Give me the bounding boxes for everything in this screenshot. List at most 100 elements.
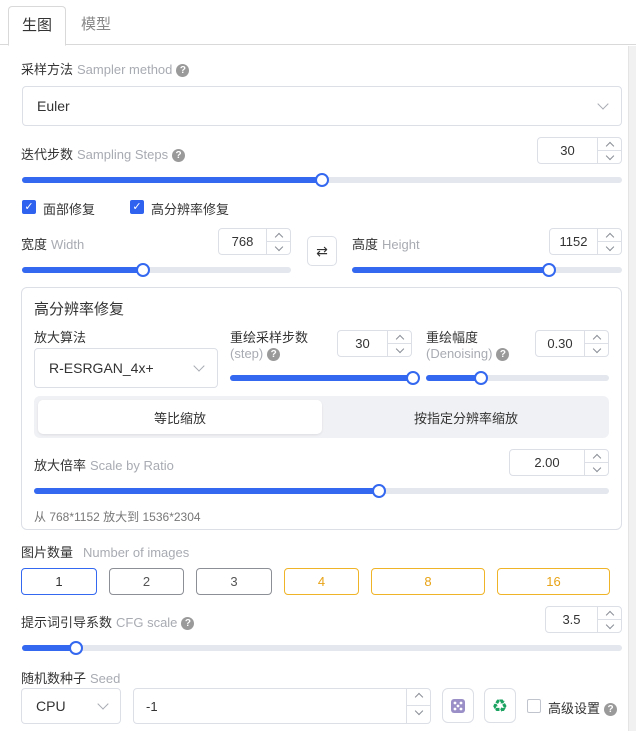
help-icon[interactable]: ? xyxy=(604,703,618,716)
face-restore-checkbox[interactable]: ✓ xyxy=(22,200,36,214)
sampler-value: Euler xyxy=(37,98,70,114)
height-input[interactable]: 1152 xyxy=(549,228,622,255)
slider-thumb[interactable] xyxy=(473,371,488,385)
cfg-slider[interactable] xyxy=(22,641,622,655)
slider-thumb[interactable] xyxy=(136,263,151,277)
scale-by-resolution-option[interactable]: 按指定分辨率缩放 xyxy=(326,400,606,434)
increment-button[interactable] xyxy=(407,689,430,706)
redraw-steps-value: 30 xyxy=(355,336,370,351)
hires-fix-label: 高分辨率修复 xyxy=(151,202,230,217)
upscaler-select[interactable]: R-ESRGAN_4x+ xyxy=(34,348,218,388)
width-label-en: Width xyxy=(51,237,85,252)
reuse-seed-button[interactable]: ♻ xyxy=(484,688,516,723)
width-value: 768 xyxy=(231,234,254,249)
scale-ratio-input[interactable]: 2.00 xyxy=(509,449,609,476)
advanced-settings-checkbox[interactable] xyxy=(527,699,541,713)
steps-input[interactable]: 30 xyxy=(537,137,622,164)
redraw-steps-slider[interactable] xyxy=(230,371,420,385)
cfg-label-text: 提示词引导系数 xyxy=(21,615,113,630)
hires-fix-checkbox[interactable]: ✓ xyxy=(130,200,144,214)
image-count-option[interactable]: 8 xyxy=(371,568,485,595)
image-count-option[interactable]: 2 xyxy=(109,568,184,595)
tab-generate[interactable]: 生图 xyxy=(8,6,66,46)
slider-fill xyxy=(34,488,379,494)
image-count-label-en: Number of images xyxy=(83,545,190,560)
height-label: 高度 Height xyxy=(352,234,420,253)
scale-ratio-label: 放大倍率 Scale by Ratio xyxy=(34,455,174,474)
increment-button[interactable] xyxy=(585,450,608,463)
dice-icon xyxy=(451,698,465,713)
seed-label-en: Seed xyxy=(90,671,121,686)
advanced-settings-text: 高级设置 xyxy=(548,701,601,716)
help-icon[interactable]: ? xyxy=(181,617,195,630)
sampler-label-en: Sampler method xyxy=(77,62,173,77)
sampler-select[interactable]: Euler xyxy=(22,86,622,126)
width-input[interactable]: 768 xyxy=(218,228,291,255)
decrement-button[interactable] xyxy=(598,151,621,164)
decrement-button[interactable] xyxy=(407,706,430,723)
image-count-option[interactable]: 4 xyxy=(284,568,359,595)
chevron-down-icon xyxy=(597,98,609,110)
scale-mode-switch: 等比缩放 按指定分辨率缩放 xyxy=(34,396,609,438)
redraw-steps-input[interactable]: 30 xyxy=(337,330,412,357)
image-count-option[interactable]: 3 xyxy=(196,568,272,595)
cfg-input[interactable]: 3.5 xyxy=(545,606,622,633)
decrement-button[interactable] xyxy=(585,344,608,357)
redraw-steps-sub: (step)? xyxy=(230,346,281,361)
increment-button[interactable] xyxy=(598,138,621,151)
slider-thumb[interactable] xyxy=(69,641,83,655)
sampler-label-text: 采样方法 xyxy=(21,62,74,77)
slider-fill xyxy=(426,375,481,381)
recycle-icon: ♻ xyxy=(491,695,509,716)
scrollbar[interactable] xyxy=(628,46,636,731)
swap-arrows-icon: ⇄ xyxy=(316,242,328,259)
increment-button[interactable] xyxy=(388,331,411,344)
tab-model[interactable]: 模型 xyxy=(70,6,122,46)
random-seed-button[interactable] xyxy=(442,688,474,723)
seed-input[interactable]: -1 xyxy=(133,688,431,724)
decrement-button[interactable] xyxy=(598,242,621,255)
decrement-button[interactable] xyxy=(585,463,608,476)
increment-button[interactable] xyxy=(598,229,621,242)
redraw-steps-en: (step) xyxy=(230,346,264,361)
help-icon[interactable]: ? xyxy=(176,64,190,77)
slider-fill xyxy=(22,267,144,273)
scale-ratio-value: 2.00 xyxy=(534,455,560,470)
width-slider[interactable] xyxy=(22,263,291,277)
upscaler-label: 放大算法 xyxy=(34,330,87,345)
help-icon[interactable]: ? xyxy=(172,149,186,162)
cfg-value: 3.5 xyxy=(562,612,581,627)
seed-device-select[interactable]: CPU xyxy=(21,688,121,724)
denoise-slider[interactable] xyxy=(426,371,609,385)
seed-label-text: 随机数种子 xyxy=(21,671,87,686)
face-restore-label: 面部修复 xyxy=(43,202,96,217)
image-count-option[interactable]: 16 xyxy=(497,568,610,595)
help-icon[interactable]: ? xyxy=(267,348,281,361)
steps-slider[interactable] xyxy=(22,173,622,187)
slider-thumb[interactable] xyxy=(406,371,420,385)
increment-button[interactable] xyxy=(585,331,608,344)
cfg-label: 提示词引导系数 CFG scale? xyxy=(21,612,195,631)
scale-ratio-slider[interactable] xyxy=(34,484,609,498)
height-slider[interactable] xyxy=(352,263,622,277)
help-icon[interactable]: ? xyxy=(496,348,510,361)
cfg-label-en: CFG scale xyxy=(116,615,178,630)
increment-button[interactable] xyxy=(598,607,621,620)
increment-button[interactable] xyxy=(267,229,290,242)
decrement-button[interactable] xyxy=(598,620,621,633)
decrement-button[interactable] xyxy=(388,344,411,357)
decrement-button[interactable] xyxy=(267,242,290,255)
swap-dimensions-button[interactable]: ⇄ xyxy=(307,236,337,266)
image-count-option[interactable]: 1 xyxy=(21,568,97,595)
scale-by-ratio-option[interactable]: 等比缩放 xyxy=(38,400,322,434)
slider-thumb[interactable] xyxy=(315,173,329,187)
height-label-en: Height xyxy=(382,237,420,252)
denoise-input[interactable]: 0.30 xyxy=(535,330,609,357)
denoise-value: 0.30 xyxy=(547,336,573,351)
steps-label: 迭代步数 Sampling Steps? xyxy=(21,144,186,163)
upscaler-value: R-ESRGAN_4x+ xyxy=(49,360,154,376)
height-label-text: 高度 xyxy=(352,237,379,252)
slider-thumb[interactable] xyxy=(372,484,386,498)
seed-label: 随机数种子 Seed xyxy=(21,668,120,687)
slider-thumb[interactable] xyxy=(542,263,557,277)
